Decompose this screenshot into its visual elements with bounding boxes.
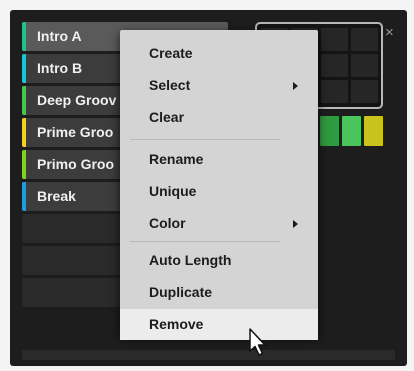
menu-item-remove[interactable]: Remove: [120, 309, 318, 340]
pattern-color-strip: [320, 116, 383, 146]
chevron-right-icon: [293, 220, 298, 228]
pattern-grid-cell[interactable]: [321, 54, 348, 77]
menu-item-label: Duplicate: [149, 284, 213, 300]
scene-color-tag: [22, 22, 26, 51]
scene-label: Primo Groo: [37, 156, 115, 172]
menu-item-duplicate[interactable]: Duplicate: [120, 277, 318, 308]
scene-color-tag: [22, 150, 26, 179]
pattern-color-slot: [342, 116, 361, 146]
pattern-grid-cell[interactable]: [351, 80, 378, 103]
menu-item-create[interactable]: Create: [120, 38, 318, 69]
scene-label: Intro A: [37, 28, 82, 44]
scene-label: Deep Groov: [37, 92, 117, 108]
menu-item-auto-length[interactable]: Auto Length: [120, 245, 318, 276]
menu-item-label: Remove: [149, 316, 204, 332]
scene-color-tag: [22, 86, 26, 115]
scene-color-tag: [22, 118, 26, 147]
menu-item-label: Clear: [149, 109, 185, 125]
menu-item-clear[interactable]: Clear: [120, 102, 318, 133]
context-menu: Create Select Clear Rename Unique Color …: [120, 30, 318, 340]
menu-item-label: Select: [149, 77, 191, 93]
pattern-grid-cell[interactable]: [321, 28, 348, 51]
menu-separator: [130, 241, 280, 242]
pattern-color-slot: [320, 116, 339, 146]
mouse-pointer-icon: [249, 328, 266, 356]
scene-label: Prime Groo: [37, 124, 114, 140]
menu-item-rename[interactable]: Rename: [120, 144, 318, 175]
menu-item-select[interactable]: Select: [120, 70, 318, 101]
menu-item-unique[interactable]: Unique: [120, 176, 318, 207]
pattern-grid-cell[interactable]: [351, 28, 378, 51]
menu-separator: [130, 139, 280, 140]
pattern-grid-cell[interactable]: [321, 80, 348, 103]
arranger-track-strip: [22, 350, 395, 360]
scene-label: Break: [37, 188, 76, 204]
menu-item-label: Unique: [149, 183, 197, 199]
menu-item-color[interactable]: Color: [120, 208, 318, 239]
menu-item-label: Rename: [149, 151, 204, 167]
menu-item-label: Color: [149, 215, 186, 231]
scene-color-tag: [22, 182, 26, 211]
menu-item-label: Auto Length: [149, 252, 232, 268]
pattern-grid-cell[interactable]: [351, 54, 378, 77]
pattern-color-slot: [364, 116, 383, 146]
menu-item-label: Create: [149, 45, 193, 61]
chevron-right-icon: [293, 82, 298, 90]
scene-color-tag: [22, 54, 26, 83]
close-icon[interactable]: ×: [385, 25, 394, 40]
scene-label: Intro B: [37, 60, 83, 76]
